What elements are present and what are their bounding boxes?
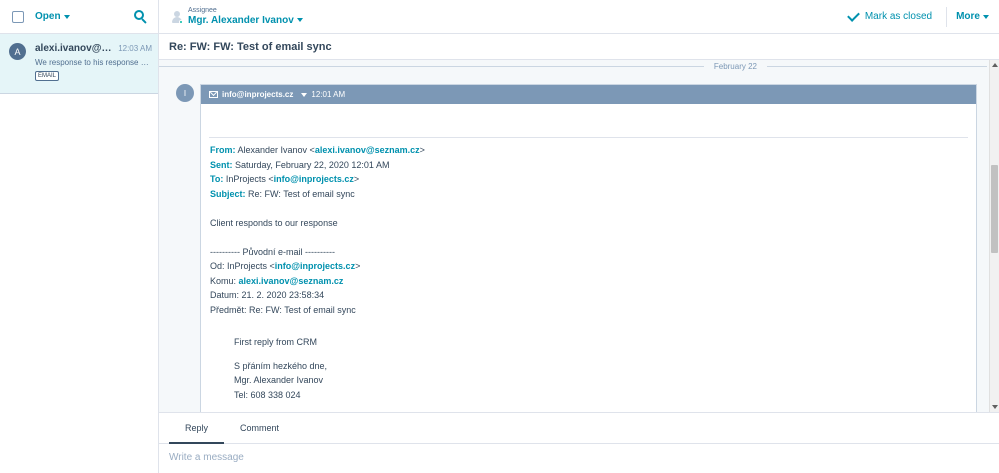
- assignee-name: Mgr. Alexander Ivanov: [188, 14, 294, 26]
- feed-scrollbar[interactable]: [989, 60, 999, 412]
- inbox-sidebar: Open A alexi.ivanov@sezn... 12:03 AM We …: [0, 0, 159, 473]
- avatar: A: [9, 43, 26, 60]
- conversation-header: Assignee Mgr. Alexander Ivanov Mark as c…: [159, 0, 999, 34]
- email-link[interactable]: info@inprojects.cz: [274, 174, 354, 184]
- signature-line: Tel: 608 338 024: [234, 389, 301, 400]
- more-dropdown[interactable]: More: [956, 11, 989, 22]
- scroll-down-arrow-icon[interactable]: [992, 405, 998, 409]
- channel-badge: EMAIL: [35, 71, 60, 81]
- email-link[interactable]: alexi.ivanov@seznam.cz: [315, 145, 420, 155]
- composer-tabs: Reply Comment: [159, 413, 999, 444]
- subject-bar: Re: FW: FW: Test of email sync: [159, 34, 999, 60]
- divider: [946, 6, 948, 27]
- original-email-header: ---------- Původní e-mail ----------: [210, 246, 335, 257]
- conversation-subject: Re: FW: FW: Test of email sync: [169, 40, 332, 53]
- email-sent-line: Sent: Saturday, February 22, 2020 12:01 …: [210, 159, 390, 170]
- select-all-checkbox[interactable]: [12, 10, 24, 23]
- email-text: Client responds to our response: [210, 217, 338, 228]
- date-divider-label: February 22: [713, 61, 757, 71]
- mark-as-closed-label: Mark as closed: [864, 11, 933, 22]
- chevron-down-icon: [983, 14, 989, 19]
- conversation-panel: Assignee Mgr. Alexander Ivanov Mark as c…: [159, 0, 999, 473]
- more-label: More: [956, 11, 980, 22]
- assignee-label: Assignee: [188, 7, 217, 15]
- checkmark-icon: [846, 8, 860, 22]
- thread-list-item[interactable]: A alexi.ivanov@sezn... 12:03 AM We respo…: [0, 34, 158, 94]
- chevron-down-icon: [296, 18, 303, 23]
- original-date-line: Datum: 21. 2. 2020 23:58:34: [210, 290, 325, 300]
- message-sender: info@inprojects.cz: [222, 90, 294, 99]
- thread-sender: alexi.ivanov@sezn...: [35, 43, 114, 54]
- search-icon[interactable]: [134, 9, 148, 24]
- email-message-header[interactable]: info@inprojects.cz 12:01 AM: [201, 85, 976, 104]
- mark-as-closed-button[interactable]: Mark as closed: [846, 8, 933, 22]
- email-to-line: To: InProjects <info@inprojects.cz>: [210, 174, 360, 184]
- message-feed[interactable]: February 22 I info@inprojects.cz 12:01 A…: [159, 60, 999, 412]
- email-link[interactable]: alexi.ivanov@seznam.cz: [239, 276, 344, 286]
- email-body: From: Alexander Ivanov <alexi.ivanov@sez…: [201, 138, 976, 402]
- quoted-reply-text: First reply from CRM: [234, 337, 317, 347]
- user-icon: [171, 10, 183, 24]
- date-divider: February 22: [159, 60, 987, 72]
- chevron-down-icon: [63, 14, 70, 19]
- sidebar-toolbar: Open: [0, 0, 158, 34]
- scrollbar-thumb[interactable]: [991, 165, 998, 253]
- thread-time: 12:03 AM: [118, 44, 152, 53]
- original-from-line: Od: InProjects <info@inprojects.cz>: [210, 261, 361, 271]
- envelope-icon: [209, 91, 218, 98]
- message-composer: Reply Comment: [159, 412, 999, 473]
- signature-line: Mgr. Alexander Ivanov: [234, 375, 324, 385]
- tab-reply[interactable]: Reply: [169, 413, 225, 444]
- status-filter-dropdown[interactable]: Open: [35, 11, 70, 22]
- email-subject-line: Subject: Re: FW: Test of email sync: [210, 188, 355, 199]
- signature-line: S přáním hezkého dne,: [234, 360, 328, 371]
- scroll-up-arrow-icon[interactable]: [992, 63, 998, 67]
- thread-preview: We response to his response and ...: [35, 58, 152, 67]
- original-to-line: Komu: alexi.ivanov@seznam.cz: [210, 275, 344, 286]
- avatar: I: [176, 84, 194, 102]
- email-message-card: info@inprojects.cz 12:01 AM From: Alexan…: [200, 84, 977, 412]
- chevron-down-icon[interactable]: [301, 92, 308, 97]
- assignee-dropdown[interactable]: Mgr. Alexander Ivanov: [188, 15, 303, 26]
- message-input[interactable]: [169, 452, 969, 463]
- original-subject-line: Předmět: Re: FW: Test of email sync: [210, 304, 356, 315]
- email-from-line: From: Alexander Ivanov <alexi.ivanov@sez…: [210, 145, 425, 155]
- email-link[interactable]: info@inprojects.cz: [275, 261, 355, 271]
- status-filter-label: Open: [35, 11, 61, 22]
- message-time: 12:01 AM: [311, 90, 346, 99]
- tab-comment[interactable]: Comment: [224, 413, 295, 443]
